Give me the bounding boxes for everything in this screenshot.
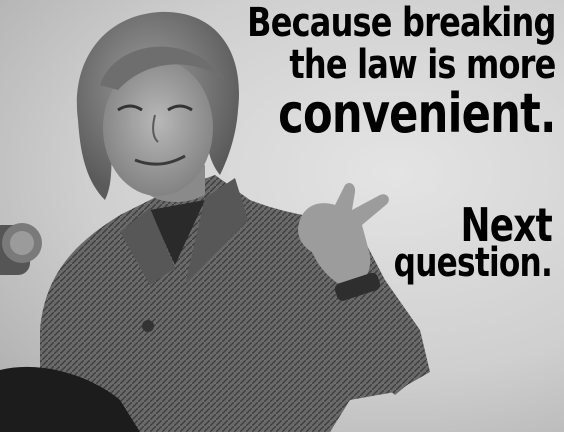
caption-bottom: Next question. <box>393 198 553 286</box>
caption-top-line2: the law is more <box>289 42 557 88</box>
meme-image: Because breaking the law is more conveni… <box>0 0 564 432</box>
microphone <box>0 223 42 275</box>
caption-top-line1: Because breaking <box>247 0 557 46</box>
caption-bottom-line2: question. <box>393 240 553 286</box>
caption-top-line3: convenient. <box>278 82 557 145</box>
caption-bottom-line1: Next <box>460 198 552 252</box>
caption-top: Because breaking the law is more conveni… <box>247 0 557 145</box>
jacket-button <box>142 320 154 332</box>
